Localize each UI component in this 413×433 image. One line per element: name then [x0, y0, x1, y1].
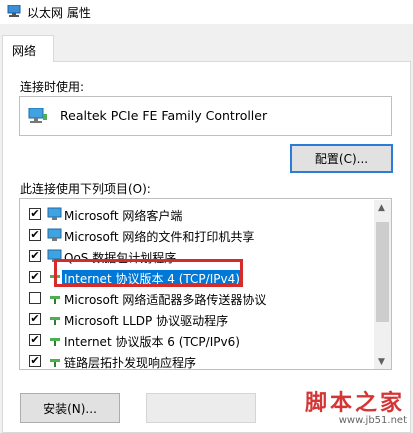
protocol-icon	[50, 338, 60, 346]
checkbox[interactable]: ✔	[29, 229, 41, 241]
list-item[interactable]: ✔ Microsoft LLDP 协议驱动程序	[20, 310, 375, 330]
adapter-name: Realtek PCIe FE Family Controller	[60, 108, 268, 123]
connect-using-label: 连接时使用:	[20, 80, 85, 94]
watermark: 脚本之家 www.jb51.net	[268, 385, 413, 431]
list-item[interactable]: Microsoft 网络适配器多路传送器协议	[20, 289, 375, 309]
checkbox[interactable]: ✔	[29, 271, 41, 283]
list-item[interactable]: ✔ Microsoft 网络客户端	[20, 205, 375, 225]
protocol-icon	[50, 296, 60, 304]
checkbox[interactable]: ✔	[29, 208, 41, 220]
tab-network[interactable]: 网络	[2, 35, 54, 62]
watermark-url: www.jb51.net	[338, 415, 407, 426]
list-item[interactable]: ✔ 链路层拓扑发现响应程序	[20, 352, 375, 370]
list-item-label: Microsoft 网络的文件和打印机共享	[64, 230, 255, 244]
checkbox[interactable]: ✔	[29, 334, 41, 346]
list-item[interactable]: ✔ Internet 协议版本 6 (TCP/IPv6)	[20, 331, 375, 351]
checkbox[interactable]: ✔	[29, 355, 41, 367]
protocol-icon	[50, 317, 60, 325]
adapter-field: Realtek PCIe FE Family Controller	[19, 96, 392, 136]
uninstall-button[interactable]	[146, 393, 256, 423]
network-icon	[7, 5, 21, 17]
annotation-highlight	[54, 259, 243, 287]
window-title: 以太网 属性	[27, 6, 91, 20]
list-item-label: Microsoft 网络适配器多路传送器协议	[64, 293, 267, 307]
protocol-icon	[50, 359, 60, 367]
list-item-label: Microsoft LLDP 协议驱动程序	[64, 314, 229, 328]
list-item-label: Microsoft 网络客户端	[64, 209, 183, 223]
list-item-label: Internet 协议版本 6 (TCP/IPv6)	[64, 335, 240, 349]
items-label: 此连接使用下列项目(O):	[20, 182, 151, 196]
list-scrollbar[interactable]: ▲ ▼	[374, 200, 391, 369]
checkbox[interactable]	[29, 292, 41, 304]
watermark-text: 脚本之家	[304, 390, 405, 416]
list-item[interactable]: ✔ Microsoft 网络的文件和打印机共享	[20, 226, 375, 246]
title-bar: 以太网 属性	[0, 0, 413, 24]
scroll-down-icon[interactable]: ▼	[378, 357, 385, 367]
checkbox[interactable]: ✔	[29, 313, 41, 325]
service-icon	[47, 228, 62, 241]
network-adapter-icon	[28, 108, 47, 123]
install-button[interactable]: 安装(N)...	[20, 393, 120, 423]
scroll-up-icon[interactable]: ▲	[378, 203, 385, 213]
tab-label: 网络	[12, 44, 37, 58]
scroll-thumb[interactable]	[376, 222, 389, 322]
client-icon	[47, 207, 62, 220]
checkbox[interactable]: ✔	[29, 250, 41, 262]
configure-button[interactable]: 配置(C)...	[290, 144, 393, 173]
list-item-label: 链路层拓扑发现响应程序	[64, 356, 197, 370]
